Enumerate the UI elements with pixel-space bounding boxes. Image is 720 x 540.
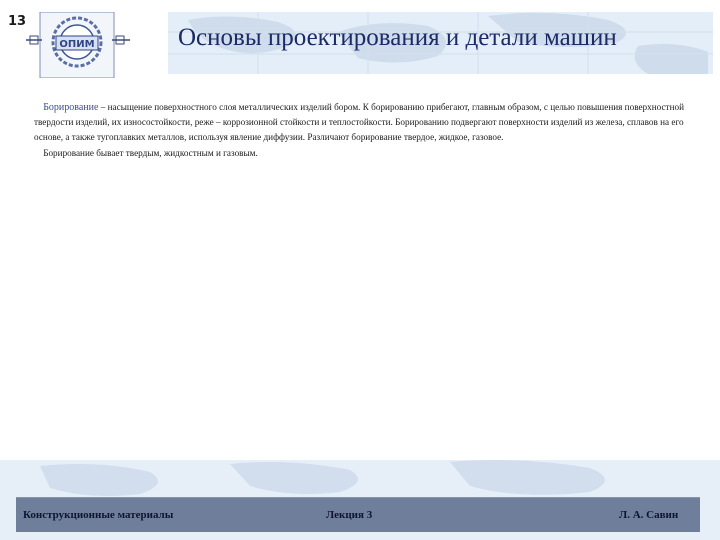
footer-lecture: Лекция 3 — [326, 509, 373, 521]
university-logo: ОПИМ — [26, 11, 130, 79]
logo-lettering: ОПИМ — [59, 39, 94, 50]
slide-body: Борирование – насыщение поверхностного с… — [34, 100, 684, 161]
paragraph-2: Борирование бывает твердым, жидкостным и… — [34, 146, 684, 161]
paragraph-1-text: – насыщение поверхностного слоя металлич… — [34, 102, 685, 143]
footer-author: Л. А. Савин — [619, 509, 679, 521]
paragraph-2-text: Борирование бывает твердым, жидкостным и… — [43, 147, 258, 158]
slide-title: Основы проектирования и детали машин — [178, 24, 617, 51]
slide-number: 13 — [8, 14, 27, 29]
slide: 13 ОПИМ Основы проектирования и детали м… — [0, 0, 720, 540]
footer-bar: Конструкционные материалы Лекция 3 Л. А.… — [16, 497, 700, 532]
term-highlight: Борирование — [43, 102, 99, 113]
paragraph-1: Борирование – насыщение поверхностного с… — [34, 100, 684, 146]
footer-course: Конструкционные материалы — [23, 509, 174, 521]
